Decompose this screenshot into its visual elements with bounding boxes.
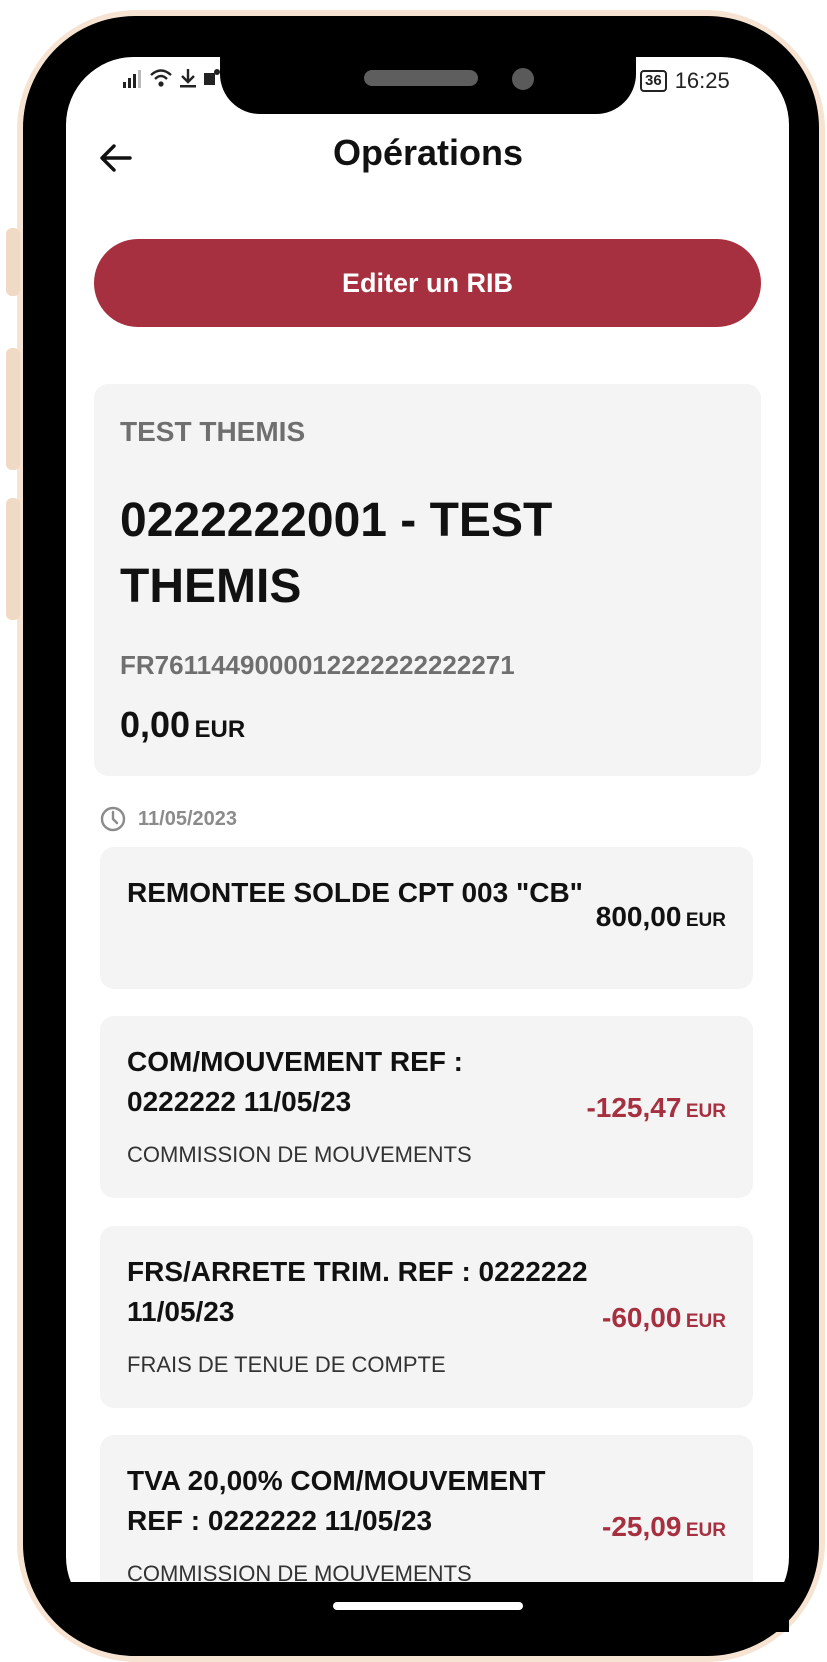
edit-rib-button[interactable]: Editer un RIB xyxy=(94,239,761,327)
side-button xyxy=(6,348,20,470)
side-button xyxy=(6,498,20,620)
account-holder: TEST THEMIS xyxy=(120,416,306,447)
amount-value: -60,00 xyxy=(602,1302,682,1333)
status-right: 36 16:25 xyxy=(640,68,730,94)
date-header: 11/05/2023 xyxy=(100,806,237,832)
speaker-grille xyxy=(364,70,478,86)
date-label: 11/05/2023 xyxy=(138,807,237,830)
operation-subtitle: COMMISSION DE MOUVEMENTS xyxy=(127,1142,472,1167)
amount-value: 800,00 xyxy=(595,901,682,932)
operation-subtitle: FRAIS DE TENUE DE COMPTE xyxy=(127,1352,446,1377)
operation-amount: -25,09 EUR xyxy=(602,1511,726,1543)
amount-value: -25,09 xyxy=(602,1511,682,1542)
operation-item[interactable]: COM/MOUVEMENT REF : 0222222 11/05/23 COM… xyxy=(100,1016,753,1198)
operation-title: COM/MOUVEMENT REF : 0222222 11/05/23 xyxy=(127,1046,463,1117)
amount-currency: EUR xyxy=(685,1520,726,1541)
amount-currency: EUR xyxy=(685,910,726,931)
account-balance: 0,00 EUR xyxy=(120,704,245,746)
amount-value: -125,47 xyxy=(586,1092,682,1123)
amount-currency: EUR xyxy=(685,1311,726,1332)
home-indicator[interactable] xyxy=(333,1602,523,1610)
amount-currency: EUR xyxy=(685,1101,726,1122)
account-card: TEST THEMIS 0222222001 - TEST THEMIS FR7… xyxy=(94,384,761,776)
back-arrow-icon[interactable] xyxy=(96,138,136,178)
operation-title: REMONTEE SOLDE CPT 003 "CB" xyxy=(127,877,583,908)
balance-amount: 0,00 xyxy=(120,704,191,745)
signal-icon xyxy=(123,70,141,88)
operation-item[interactable]: FRS/ARRETE TRIM. REF : 0222222 11/05/23 … xyxy=(100,1226,753,1408)
operation-title: FRS/ARRETE TRIM. REF : 0222222 11/05/23 xyxy=(127,1256,588,1327)
side-button xyxy=(6,228,20,296)
account-iban: FR7611449000012222222222271 xyxy=(120,650,515,680)
balance-currency: EUR xyxy=(194,716,246,743)
operation-amount: -125,47 EUR xyxy=(586,1092,726,1124)
status-time: 16:25 xyxy=(674,68,730,93)
download-icon xyxy=(180,69,196,88)
clock-icon xyxy=(100,806,126,832)
status-icons xyxy=(122,68,221,88)
page-title: Opérations xyxy=(332,132,524,173)
teams-icon xyxy=(204,69,220,85)
operation-item[interactable]: REMONTEE SOLDE CPT 003 "CB" 800,00 EUR xyxy=(100,847,753,989)
operation-amount: -60,00 EUR xyxy=(602,1302,726,1334)
wifi-icon xyxy=(150,69,172,87)
operation-title: TVA 20,00% COM/MOUVEMENT REF : 0222222 1… xyxy=(127,1465,546,1536)
battery-icon: 36 xyxy=(640,70,667,92)
account-number: 0222222001 - TEST THEMIS xyxy=(120,494,553,613)
front-camera xyxy=(512,68,534,90)
operation-amount: 800,00 EUR xyxy=(596,901,726,933)
